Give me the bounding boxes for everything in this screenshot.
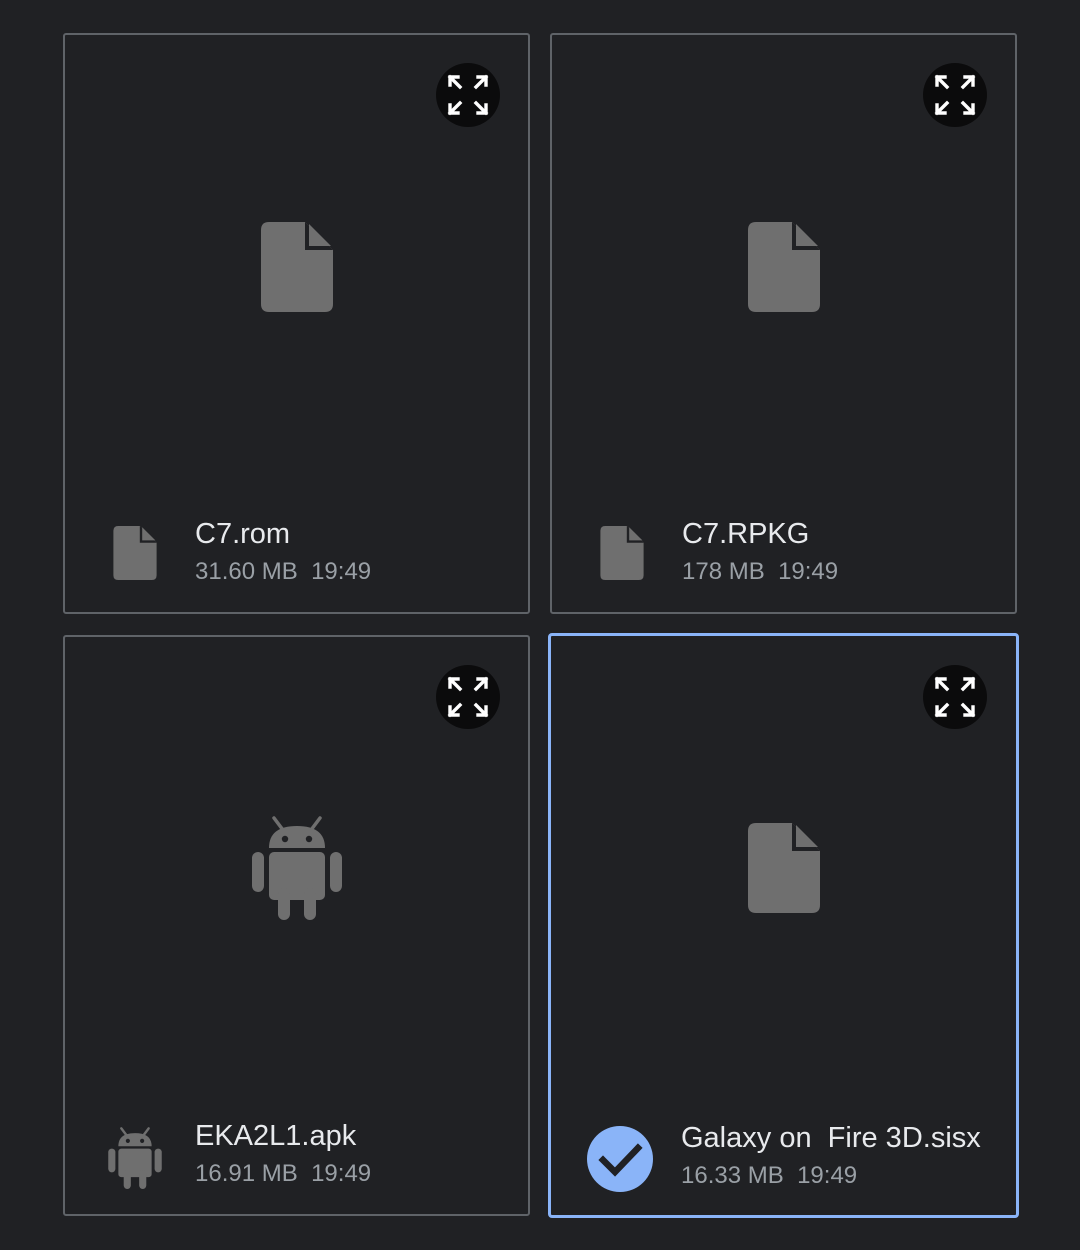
file-name: C7.RPKG xyxy=(682,518,810,550)
file-size: 31.60 MB xyxy=(195,558,298,585)
selected-check-icon[interactable] xyxy=(587,1126,653,1192)
file-info: C7.RPKG 178 MB 19:49 xyxy=(552,518,1015,590)
file-info: C7.rom 31.60 MB 19:49 xyxy=(65,518,528,590)
file-card-eka2l1-apk[interactable]: EKA2L1.apk 16.91 MB 19:49 xyxy=(63,635,530,1216)
file-card-galaxy-on-fire-sisx[interactable]: Galaxy on Fire 3D.sisx 16.33 MB 19:49 xyxy=(548,633,1019,1218)
file-time: 19:49 xyxy=(778,558,839,585)
file-time: 19:49 xyxy=(797,1162,858,1189)
expand-preview-button[interactable] xyxy=(923,63,987,127)
expand-icon xyxy=(934,676,976,718)
file-meta: 31.60 MB 19:49 xyxy=(195,558,371,586)
file-time: 19:49 xyxy=(311,558,372,585)
file-info: Galaxy on Fire 3D.sisx 16.33 MB 19:49 xyxy=(551,1122,1016,1194)
file-grid: C7.rom 31.60 MB 19:49 C7.RPKG 178 MB 19:… xyxy=(63,33,1019,1218)
file-meta: 16.33 MB 19:49 xyxy=(681,1162,857,1190)
file-name: EKA2L1.apk xyxy=(195,1120,357,1152)
file-icon xyxy=(747,823,820,913)
android-icon xyxy=(108,1127,162,1189)
file-icon xyxy=(260,222,333,312)
file-time: 19:49 xyxy=(311,1160,372,1187)
file-card-c7-rpkg[interactable]: C7.RPKG 178 MB 19:49 xyxy=(550,33,1017,614)
android-icon xyxy=(251,816,342,920)
file-size: 178 MB xyxy=(682,558,765,585)
file-size: 16.91 MB xyxy=(195,1160,298,1187)
file-icon xyxy=(600,526,644,580)
expand-icon xyxy=(447,74,489,116)
file-size: 16.33 MB xyxy=(681,1162,784,1189)
expand-icon xyxy=(934,74,976,116)
expand-preview-button[interactable] xyxy=(923,665,987,729)
file-icon xyxy=(747,222,820,312)
expand-icon xyxy=(447,676,489,718)
file-name: C7.rom xyxy=(195,518,291,550)
expand-preview-button[interactable] xyxy=(436,665,500,729)
file-info: EKA2L1.apk 16.91 MB 19:49 xyxy=(65,1120,528,1192)
file-meta: 16.91 MB 19:49 xyxy=(195,1160,371,1188)
file-icon xyxy=(113,526,157,580)
file-card-c7-rom[interactable]: C7.rom 31.60 MB 19:49 xyxy=(63,33,530,614)
expand-preview-button[interactable] xyxy=(436,63,500,127)
file-name: Galaxy on Fire 3D.sisx xyxy=(681,1122,981,1154)
file-meta: 178 MB 19:49 xyxy=(682,558,838,586)
